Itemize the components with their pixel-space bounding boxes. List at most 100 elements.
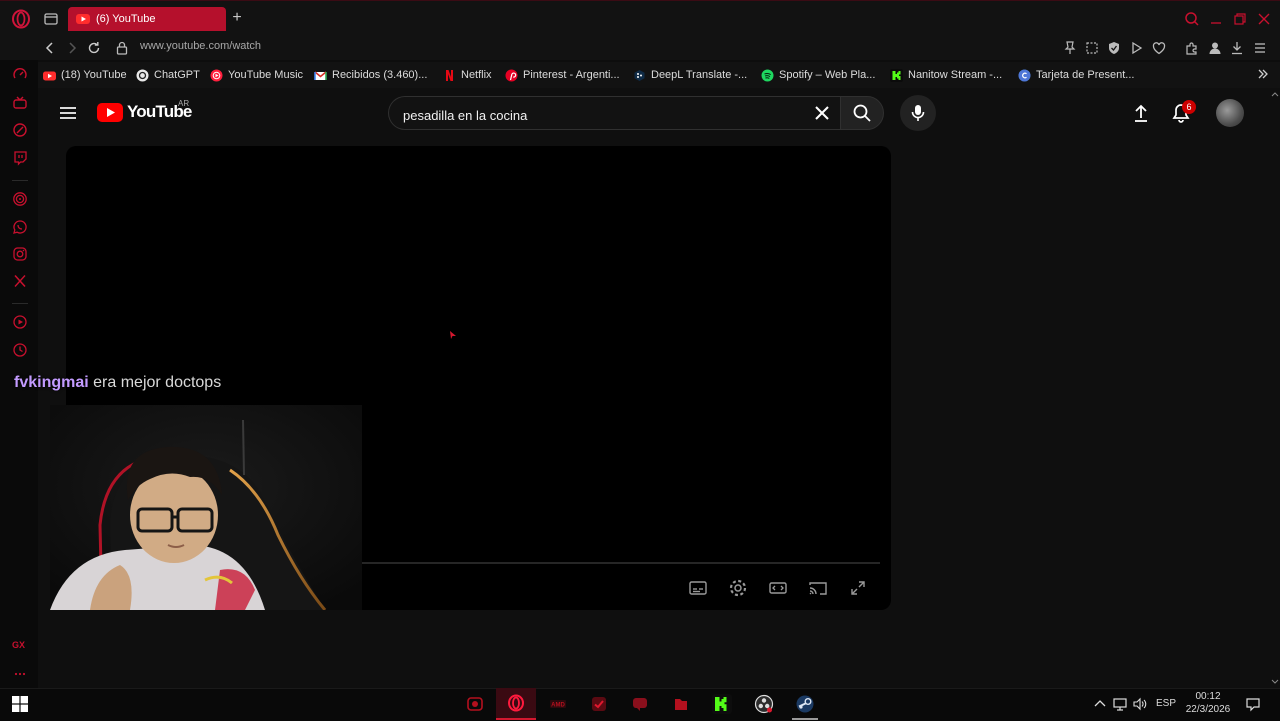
bookmark-pinterest[interactable]: Pinterest - Argenti...: [505, 66, 620, 84]
mouse-cursor: [450, 331, 456, 339]
bookmark-kick[interactable]: Nanitow Stream -...: [890, 66, 1002, 84]
url-text[interactable]: www.youtube.com/watch: [140, 40, 261, 52]
twitch-icon[interactable]: [12, 150, 28, 166]
bookmark-label: Tarjeta de Present...: [1036, 69, 1135, 81]
heart-icon[interactable]: [1150, 39, 1168, 57]
taskbar-app-steam-icon[interactable]: [785, 688, 825, 720]
profile-icon[interactable]: [1206, 39, 1224, 57]
subtitles-icon[interactable]: [688, 578, 708, 598]
taskbar-app-kick-icon[interactable]: [702, 688, 742, 720]
extensions-puzzle-icon[interactable]: [1183, 39, 1201, 57]
messenger-icon[interactable]: [12, 191, 28, 207]
chat-text: era mejor doctops: [93, 374, 222, 391]
bookmark-label: Nanitow Stream -...: [908, 69, 1003, 81]
opera-gx-logo-icon[interactable]: [11, 9, 31, 29]
search-button[interactable]: [840, 96, 884, 130]
history-icon[interactable]: [12, 342, 28, 358]
clear-search-icon[interactable]: [811, 102, 833, 124]
restore-window-icon[interactable]: [1230, 9, 1250, 29]
cast-icon[interactable]: [808, 578, 828, 598]
pinterest-icon: [505, 69, 518, 82]
back-arrow-icon[interactable]: [41, 39, 59, 57]
user-avatar[interactable]: [1216, 99, 1244, 127]
chatgpt-icon: [136, 69, 149, 82]
canva-icon: [1018, 69, 1031, 82]
x-twitter-icon[interactable]: [12, 273, 28, 289]
gx-cleaner-icon[interactable]: [12, 122, 28, 138]
hamburger-menu-icon[interactable]: [58, 103, 78, 123]
adblock-shield-icon[interactable]: [1105, 39, 1123, 57]
taskbar-app-gx-icon[interactable]: [455, 688, 495, 720]
more-options-icon[interactable]: [12, 666, 28, 682]
bookmark-netflix[interactable]: Netflix: [443, 66, 492, 84]
page-scrollbar[interactable]: [1270, 88, 1280, 688]
youtube-favicon-icon: [76, 14, 90, 24]
gx-corner-icon[interactable]: [12, 95, 28, 111]
show-hidden-icons-chevron-icon[interactable]: [1092, 696, 1108, 712]
forward-arrow-icon[interactable]: [63, 39, 81, 57]
notifications-center-icon[interactable]: [1245, 696, 1261, 712]
stream-chat-message: fvkingmai era mejor doctops: [14, 374, 221, 392]
pin-icon[interactable]: [1061, 39, 1079, 57]
bookmark-deepl[interactable]: DeepL Translate -...: [633, 66, 747, 84]
taskbar-app-files-icon[interactable]: [661, 688, 701, 720]
webcam-overlay: [50, 405, 362, 610]
minimize-icon[interactable]: [1206, 9, 1226, 29]
clock-date: 22/3/2026: [1185, 704, 1231, 715]
bookmark-gmail[interactable]: Recibidos (3.460)...: [314, 66, 427, 84]
taskbar-app-obs-icon[interactable]: [744, 688, 784, 720]
bookmark-youtube-music[interactable]: YouTube Music: [210, 66, 303, 84]
system-clock[interactable]: 00:12 22/3/2026: [1182, 690, 1234, 716]
netflix-icon: [443, 69, 456, 82]
gx-sidebar-label: GX: [12, 640, 26, 650]
play-icon[interactable]: [1127, 39, 1145, 57]
gx-control-icon[interactable]: [12, 67, 28, 83]
sidebar-divider: [12, 303, 28, 304]
bookmark-label: DeepL Translate -...: [651, 69, 748, 81]
search-icon: [852, 103, 872, 123]
bookmark-label: YouTube Music: [228, 69, 304, 81]
windows-start-icon[interactable]: [12, 696, 28, 712]
download-icon[interactable]: [1228, 39, 1246, 57]
taskbar-app-check-icon[interactable]: [579, 688, 619, 720]
reload-icon[interactable]: [85, 39, 103, 57]
tab-switcher-icon[interactable]: [42, 10, 60, 28]
bookmarks-overflow-chevron-icon[interactable]: [1256, 65, 1270, 83]
kick-icon: [890, 68, 903, 82]
bookmark-spotify[interactable]: Spotify – Web Pla...: [761, 66, 875, 84]
gmail-icon: [314, 69, 327, 82]
search-tabs-icon[interactable]: [1182, 9, 1202, 29]
taskbar-app-chat-icon[interactable]: [620, 688, 660, 720]
taskbar-app-opera-gx-icon[interactable]: [496, 688, 536, 720]
voice-search-button[interactable]: [900, 95, 936, 131]
new-tab-plus-icon[interactable]: +: [229, 10, 245, 26]
youtube-logo-icon: [97, 102, 123, 122]
settings-gear-icon[interactable]: [728, 578, 748, 598]
fullscreen-icon[interactable]: [848, 578, 868, 598]
input-language[interactable]: ESP: [1156, 698, 1176, 709]
microphone-icon: [909, 103, 927, 123]
lock-icon[interactable]: [113, 39, 131, 57]
sidebar-divider: [12, 180, 28, 181]
close-window-icon[interactable]: [1254, 9, 1274, 29]
network-icon[interactable]: [1112, 696, 1128, 712]
instagram-icon[interactable]: [12, 246, 28, 262]
deepl-icon: [633, 69, 646, 82]
bookmark-label: Spotify – Web Pla...: [779, 69, 876, 81]
snapshot-icon[interactable]: [1083, 39, 1101, 57]
search-box[interactable]: [388, 96, 840, 130]
easy-setup-menu-icon[interactable]: [1251, 39, 1269, 57]
video-progress-bar[interactable]: [362, 562, 880, 564]
clock-time: 00:12: [1195, 691, 1221, 702]
theater-mode-icon[interactable]: [768, 578, 788, 598]
whatsapp-icon[interactable]: [12, 219, 28, 235]
player-icon[interactable]: [12, 314, 28, 330]
bookmark-chatgpt[interactable]: ChatGPT: [136, 66, 200, 84]
volume-icon[interactable]: [1132, 696, 1148, 712]
bookmark-canva[interactable]: Tarjeta de Present...: [1018, 66, 1134, 84]
search-input[interactable]: [401, 104, 805, 126]
bookmark-youtube[interactable]: (18) YouTube: [43, 66, 127, 84]
taskbar-app-amd-icon[interactable]: AMD: [538, 688, 578, 720]
browser-tab-youtube[interactable]: (6) YouTube: [68, 7, 226, 31]
upload-icon[interactable]: [1130, 102, 1152, 124]
